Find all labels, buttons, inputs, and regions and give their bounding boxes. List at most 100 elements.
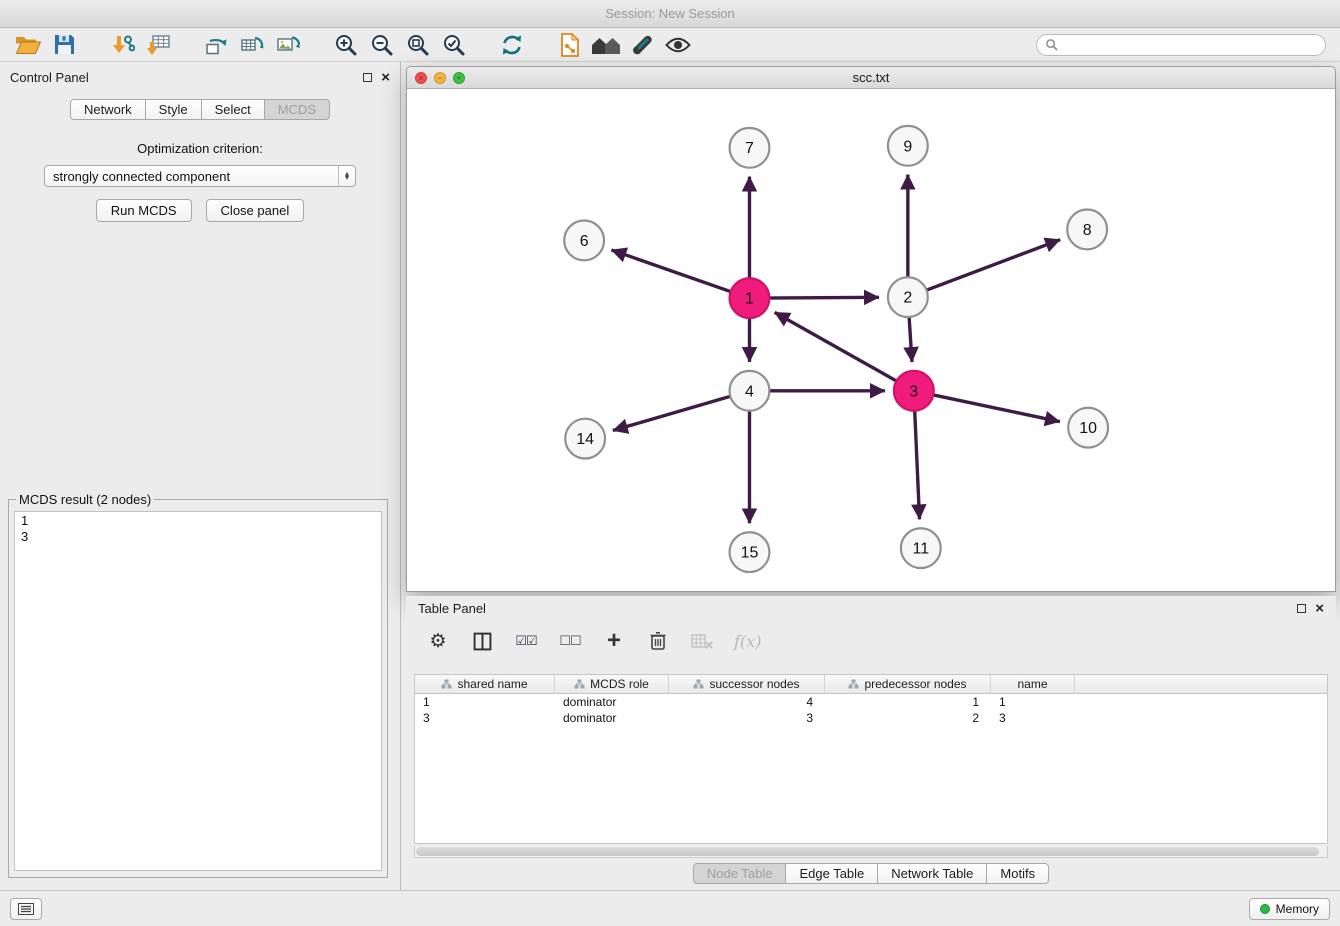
- export-image-button[interactable]: [270, 30, 306, 60]
- zoom-fit-button[interactable]: [400, 30, 436, 60]
- control-panel-tabs: Network Style Select MCDS: [0, 99, 400, 120]
- network-window-titlebar[interactable]: × − + scc.txt: [407, 67, 1335, 89]
- function-builder-button[interactable]: f(x): [734, 626, 761, 656]
- graph-node-6[interactable]: 6: [564, 220, 604, 260]
- result-item[interactable]: 3: [15, 529, 381, 545]
- graph-edge-1-6[interactable]: [611, 250, 749, 298]
- show-columns-button[interactable]: [470, 626, 494, 656]
- column-header-predecessor-nodes[interactable]: predecessor nodes: [825, 675, 991, 693]
- maximize-window-button[interactable]: +: [453, 72, 465, 84]
- delete-table-icon: [691, 633, 713, 649]
- scrollbar-thumb[interactable]: [416, 847, 1319, 856]
- zoom-selected-icon: [442, 33, 466, 57]
- table-row[interactable]: 3 dominator 3 2 3: [415, 710, 1327, 726]
- graph-node-11[interactable]: 11: [901, 528, 941, 568]
- zoom-in-button[interactable]: [328, 30, 364, 60]
- tab-mcds[interactable]: MCDS: [264, 99, 330, 120]
- network-window-title: scc.txt: [853, 70, 890, 85]
- apply-layout-button[interactable]: [494, 30, 530, 60]
- save-session-button[interactable]: [46, 30, 82, 60]
- close-panel-icon[interactable]: ×: [381, 70, 390, 85]
- float-table-panel-icon[interactable]: [1297, 604, 1306, 613]
- style-paint-button[interactable]: [624, 30, 660, 60]
- close-panel-button[interactable]: Close panel: [206, 199, 305, 222]
- criterion-dropdown[interactable]: strongly connected component ▴▾: [44, 165, 356, 187]
- fx-icon: f(x): [734, 632, 761, 651]
- graph-edge-3-10[interactable]: [914, 391, 1060, 422]
- column-header-mcds-role[interactable]: MCDS role: [555, 675, 669, 693]
- graph-edge-2-8[interactable]: [908, 240, 1060, 298]
- mcds-result-list[interactable]: 1 3: [14, 511, 382, 871]
- run-mcds-button[interactable]: Run MCDS: [96, 199, 192, 222]
- tab-network-table[interactable]: Network Table: [877, 863, 987, 884]
- memory-button[interactable]: Memory: [1249, 898, 1330, 920]
- tab-style[interactable]: Style: [145, 99, 202, 120]
- graph-node-7[interactable]: 7: [730, 128, 770, 168]
- delete-column-button[interactable]: [646, 626, 670, 656]
- zoom-selected-button[interactable]: [436, 30, 472, 60]
- tab-network[interactable]: Network: [70, 99, 146, 120]
- unchecked-boxes-icon: ☐☐: [559, 633, 580, 649]
- close-window-button[interactable]: ×: [415, 72, 427, 84]
- search-input[interactable]: [1063, 38, 1317, 52]
- import-table-button[interactable]: [140, 30, 176, 60]
- graph-node-4[interactable]: 4: [730, 371, 770, 411]
- graph-node-2[interactable]: 2: [888, 277, 928, 317]
- export-table-button[interactable]: [234, 30, 270, 60]
- graph-node-label: 3: [909, 383, 918, 400]
- tab-select[interactable]: Select: [201, 99, 265, 120]
- table-toolbar: ⚙ ☑☑ ☐☐ +: [406, 620, 1336, 662]
- close-table-panel-icon[interactable]: ×: [1315, 601, 1324, 616]
- zoom-out-button[interactable]: [364, 30, 400, 60]
- import-network-button[interactable]: [104, 30, 140, 60]
- graph-node-15[interactable]: 15: [730, 532, 770, 572]
- result-item[interactable]: 1: [15, 513, 381, 529]
- table-settings-button[interactable]: ⚙: [426, 626, 450, 656]
- network-document-button[interactable]: [552, 30, 588, 60]
- columns-icon: [473, 632, 492, 651]
- graph-node-label: 2: [903, 290, 912, 307]
- float-panel-icon[interactable]: [363, 73, 372, 82]
- new-network-view-button[interactable]: [198, 30, 234, 60]
- graph-node-3[interactable]: 3: [894, 371, 934, 411]
- graph-edge-3-1[interactable]: [775, 312, 914, 390]
- column-header-successor-nodes[interactable]: successor nodes: [669, 675, 825, 693]
- tab-node-table[interactable]: Node Table: [693, 863, 787, 884]
- graph-node-9[interactable]: 9: [888, 126, 928, 166]
- column-header-name[interactable]: name: [991, 675, 1075, 693]
- select-all-columns-button[interactable]: ☑☑: [514, 626, 538, 656]
- graph-node-8[interactable]: 8: [1067, 210, 1107, 250]
- optimization-criterion-label: Optimization criterion:: [0, 141, 400, 156]
- status-bar: Memory: [0, 890, 1340, 926]
- open-session-button[interactable]: [10, 30, 46, 60]
- table-row[interactable]: 1 dominator 4 1 1: [415, 694, 1327, 710]
- window-titlebar[interactable]: Session: New Session: [0, 0, 1340, 28]
- export-table-icon: [240, 34, 264, 56]
- network-graph[interactable]: 7 9 6 8 1 2 4 3 14 10 15 11: [407, 89, 1335, 591]
- graph-edge-4-14[interactable]: [613, 391, 750, 431]
- import-table-icon: [146, 34, 171, 56]
- style-paint-icon: [630, 33, 654, 57]
- unselect-all-columns-button[interactable]: ☐☐: [558, 626, 582, 656]
- column-header-shared-name[interactable]: shared name: [415, 675, 555, 693]
- table-horizontal-scrollbar[interactable]: [414, 846, 1328, 858]
- zoom-fit-icon: [406, 33, 430, 57]
- network-document-icon: [559, 33, 581, 57]
- tab-motifs[interactable]: Motifs: [986, 863, 1049, 884]
- main-toolbar: [0, 28, 1340, 62]
- delete-table-button[interactable]: [690, 626, 714, 656]
- create-column-button[interactable]: +: [602, 626, 626, 656]
- graph-node-10[interactable]: 10: [1068, 408, 1108, 448]
- show-hide-button[interactable]: [660, 30, 696, 60]
- graph-node-1[interactable]: 1: [730, 278, 770, 318]
- table-header-row: shared name MCDS role successor nodes pr…: [415, 675, 1327, 694]
- home-button[interactable]: [588, 30, 624, 60]
- new-network-view-icon: [204, 34, 228, 56]
- graph-node-14[interactable]: 14: [565, 419, 605, 459]
- network-canvas[interactable]: 7 9 6 8 1 2 4 3 14 10 15 11: [407, 89, 1335, 591]
- tab-edge-table[interactable]: Edge Table: [785, 863, 878, 884]
- graph-node-label: 10: [1079, 420, 1097, 437]
- minimize-window-button[interactable]: −: [434, 72, 446, 84]
- graph-node-label: 11: [913, 541, 930, 558]
- show-panel-list-button[interactable]: [10, 898, 42, 920]
